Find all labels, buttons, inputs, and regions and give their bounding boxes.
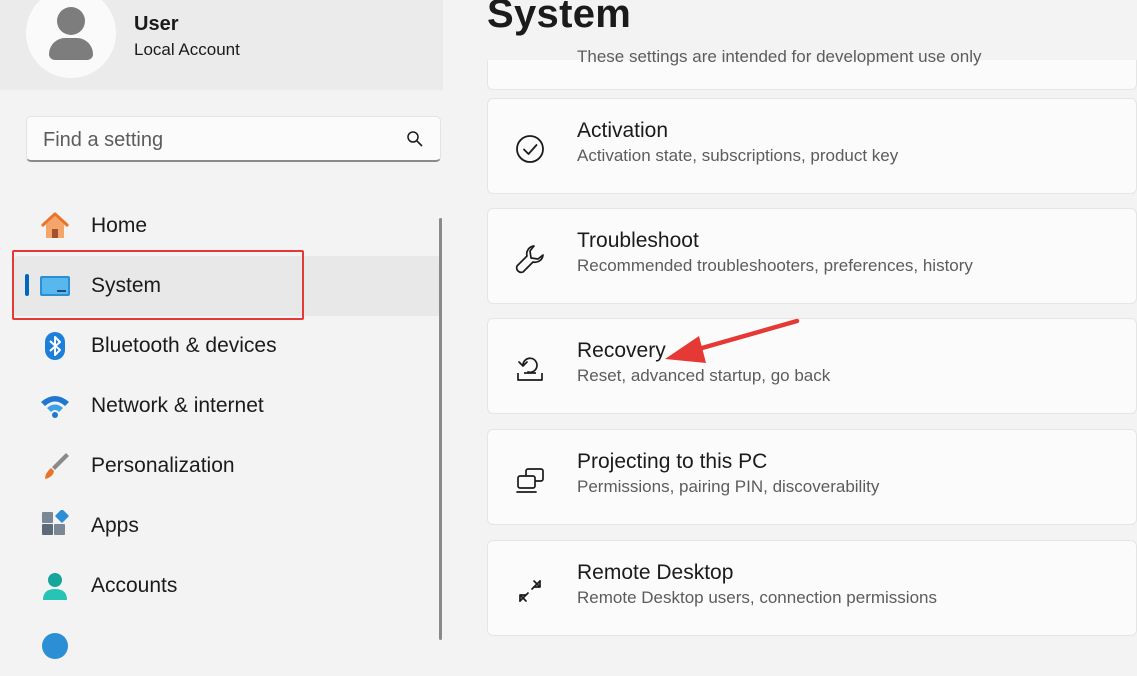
home-icon bbox=[41, 212, 69, 238]
sidebar-item-label: Bluetooth & devices bbox=[91, 334, 277, 357]
settings-card-remote-desktop[interactable]: Remote Desktop Remote Desktop users, con… bbox=[487, 540, 1137, 636]
sidebar-item-partial[interactable] bbox=[13, 616, 441, 676]
card-title: Remote Desktop bbox=[577, 561, 734, 584]
annotation-highlight-box bbox=[12, 250, 304, 320]
card-title: Activation bbox=[577, 119, 669, 142]
sidebar-item-home[interactable]: Home bbox=[13, 196, 441, 256]
search-box[interactable] bbox=[26, 116, 441, 162]
sidebar-item-label: Accounts bbox=[91, 574, 178, 597]
settings-card-recovery[interactable]: Recovery Reset, advanced startup, go bac… bbox=[487, 318, 1137, 414]
card-title: Recovery bbox=[577, 339, 666, 362]
settings-card-projecting[interactable]: Projecting to this PC Permissions, pairi… bbox=[487, 429, 1137, 525]
card-subtitle: These settings are intended for developm… bbox=[577, 47, 982, 66]
account-type: Local Account bbox=[134, 40, 240, 59]
sidebar-scrollbar[interactable] bbox=[439, 218, 442, 640]
sidebar-item-label: Personalization bbox=[91, 454, 235, 477]
projecting-icon bbox=[516, 468, 544, 493]
card-subtitle: Activation state, subscriptions, product… bbox=[577, 146, 899, 165]
sidebar-item-apps[interactable]: Apps bbox=[13, 496, 441, 556]
recovery-icon bbox=[517, 357, 543, 381]
user-name: User bbox=[134, 13, 179, 35]
paintbrush-icon bbox=[45, 453, 69, 479]
sidebar-item-personalization[interactable]: Personalization bbox=[13, 436, 441, 496]
activation-check-icon bbox=[516, 135, 544, 163]
card-subtitle: Recommended troubleshooters, preferences… bbox=[577, 256, 973, 275]
sidebar-item-accounts[interactable]: Accounts bbox=[13, 556, 441, 616]
remote-desktop-icon bbox=[519, 580, 541, 602]
avatar bbox=[26, 0, 116, 78]
user-profile-card[interactable]: User Local Account bbox=[0, 0, 443, 90]
settings-card-troubleshoot[interactable]: Troubleshoot Recommended troubleshooters… bbox=[487, 208, 1137, 304]
card-title: Troubleshoot bbox=[577, 229, 699, 252]
person-icon bbox=[43, 573, 67, 600]
card-subtitle: Permissions, pairing PIN, discoverabilit… bbox=[577, 477, 880, 496]
card-title: Projecting to this PC bbox=[577, 450, 768, 473]
wrench-icon bbox=[515, 245, 544, 274]
sidebar-item-label: Home bbox=[91, 214, 148, 237]
card-subtitle: Reset, advanced startup, go back bbox=[577, 366, 831, 385]
bluetooth-icon bbox=[45, 332, 65, 360]
search-input[interactable] bbox=[41, 125, 395, 155]
sidebar-item-label: Apps bbox=[91, 514, 139, 537]
globe-icon bbox=[42, 633, 68, 659]
card-subtitle: Remote Desktop users, connection permiss… bbox=[577, 588, 937, 607]
settings-card-partial[interactable]: These settings are intended for developm… bbox=[487, 47, 1137, 90]
search-icon[interactable] bbox=[406, 130, 424, 148]
apps-icon bbox=[42, 510, 69, 535]
sidebar-item-bluetooth[interactable]: Bluetooth & devices bbox=[13, 316, 441, 376]
wifi-icon bbox=[41, 396, 69, 418]
sidebar-item-label: Network & internet bbox=[91, 394, 264, 417]
sidebar-item-network[interactable]: Network & internet bbox=[13, 376, 441, 436]
settings-card-activation[interactable]: Activation Activation state, subscriptio… bbox=[487, 98, 1137, 194]
page-title: System bbox=[487, 0, 632, 36]
